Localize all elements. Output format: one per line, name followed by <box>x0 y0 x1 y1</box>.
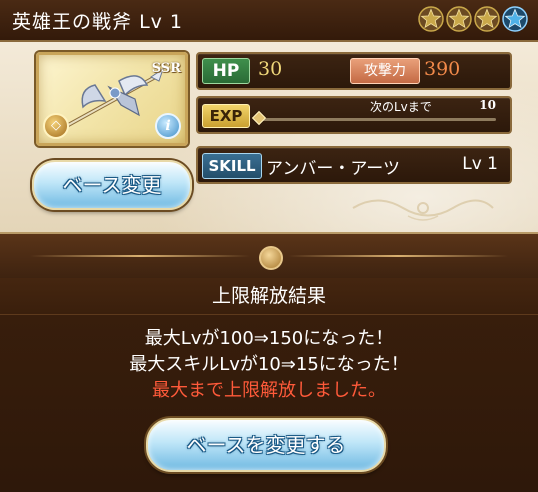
star-icon <box>446 6 472 32</box>
attack-label: 攻撃力 <box>350 58 420 84</box>
change-base-button[interactable]: ベースを変更する <box>146 418 386 472</box>
weapon-card: 英雄王の戦斧 Lv 1 SSR ◇ i ベース変更 HP 30 攻撃力 390 … <box>0 0 538 234</box>
uncap-stars <box>418 6 528 32</box>
result-max-skill-line: 最大スキルLvが10⇒15になった！ <box>129 354 409 375</box>
exp-row: EXP 次のLvまで 10 <box>196 96 512 134</box>
star-icon <box>474 6 500 32</box>
next-level-value: 10 <box>479 98 496 112</box>
attack-value: 390 <box>424 58 461 80</box>
title-bar: 英雄王の戦斧 Lv 1 <box>0 0 538 42</box>
light-element-icon: ◇ <box>43 113 69 139</box>
star-icon <box>418 6 444 32</box>
weapon-level: Lv 1 <box>139 11 184 33</box>
info-icon[interactable]: i <box>155 113 181 139</box>
exp-label: EXP <box>202 104 250 128</box>
ornament-line-right <box>288 255 508 257</box>
hp-label: HP <box>202 58 250 84</box>
skill-row[interactable]: SKILL アンバー・アーツ Lv 1 <box>196 146 512 184</box>
weapon-thumbnail[interactable]: SSR ◇ i <box>36 52 188 146</box>
exp-bar <box>260 118 496 121</box>
weapon-name: 英雄王の戦斧 <box>12 11 133 33</box>
uncap-result-panel: 上限解放結果 最大Lvが100⇒150になった！ 最大スキルLvが10⇒15にな… <box>0 278 538 492</box>
result-title: 上限解放結果 <box>0 278 538 315</box>
hp-attack-row: HP 30 攻撃力 390 <box>196 52 512 90</box>
ornament-medallion-icon <box>259 246 283 270</box>
skill-level: Lv 1 <box>462 154 498 174</box>
flourish-ornament-icon <box>352 199 494 221</box>
star-icon <box>502 6 528 32</box>
ornament-line-left <box>30 255 250 257</box>
result-fully-uncapped-line: 最大まで上限解放しました。 <box>152 380 386 401</box>
ornament-divider <box>0 234 538 278</box>
hp-value: 30 <box>258 58 283 80</box>
exp-marker-icon <box>251 110 267 126</box>
skill-label: SKILL <box>202 153 262 179</box>
skill-name: アンバー・アーツ <box>266 159 400 179</box>
weapon-title: 英雄王の戦斧 Lv 1 <box>12 7 183 34</box>
result-max-level-line: 最大Lvが100⇒150になった！ <box>144 328 394 349</box>
next-level-label: 次のLvまで <box>370 100 432 114</box>
rarity-badge: SSR <box>151 61 181 76</box>
base-change-button[interactable]: ベース変更 <box>32 160 192 210</box>
